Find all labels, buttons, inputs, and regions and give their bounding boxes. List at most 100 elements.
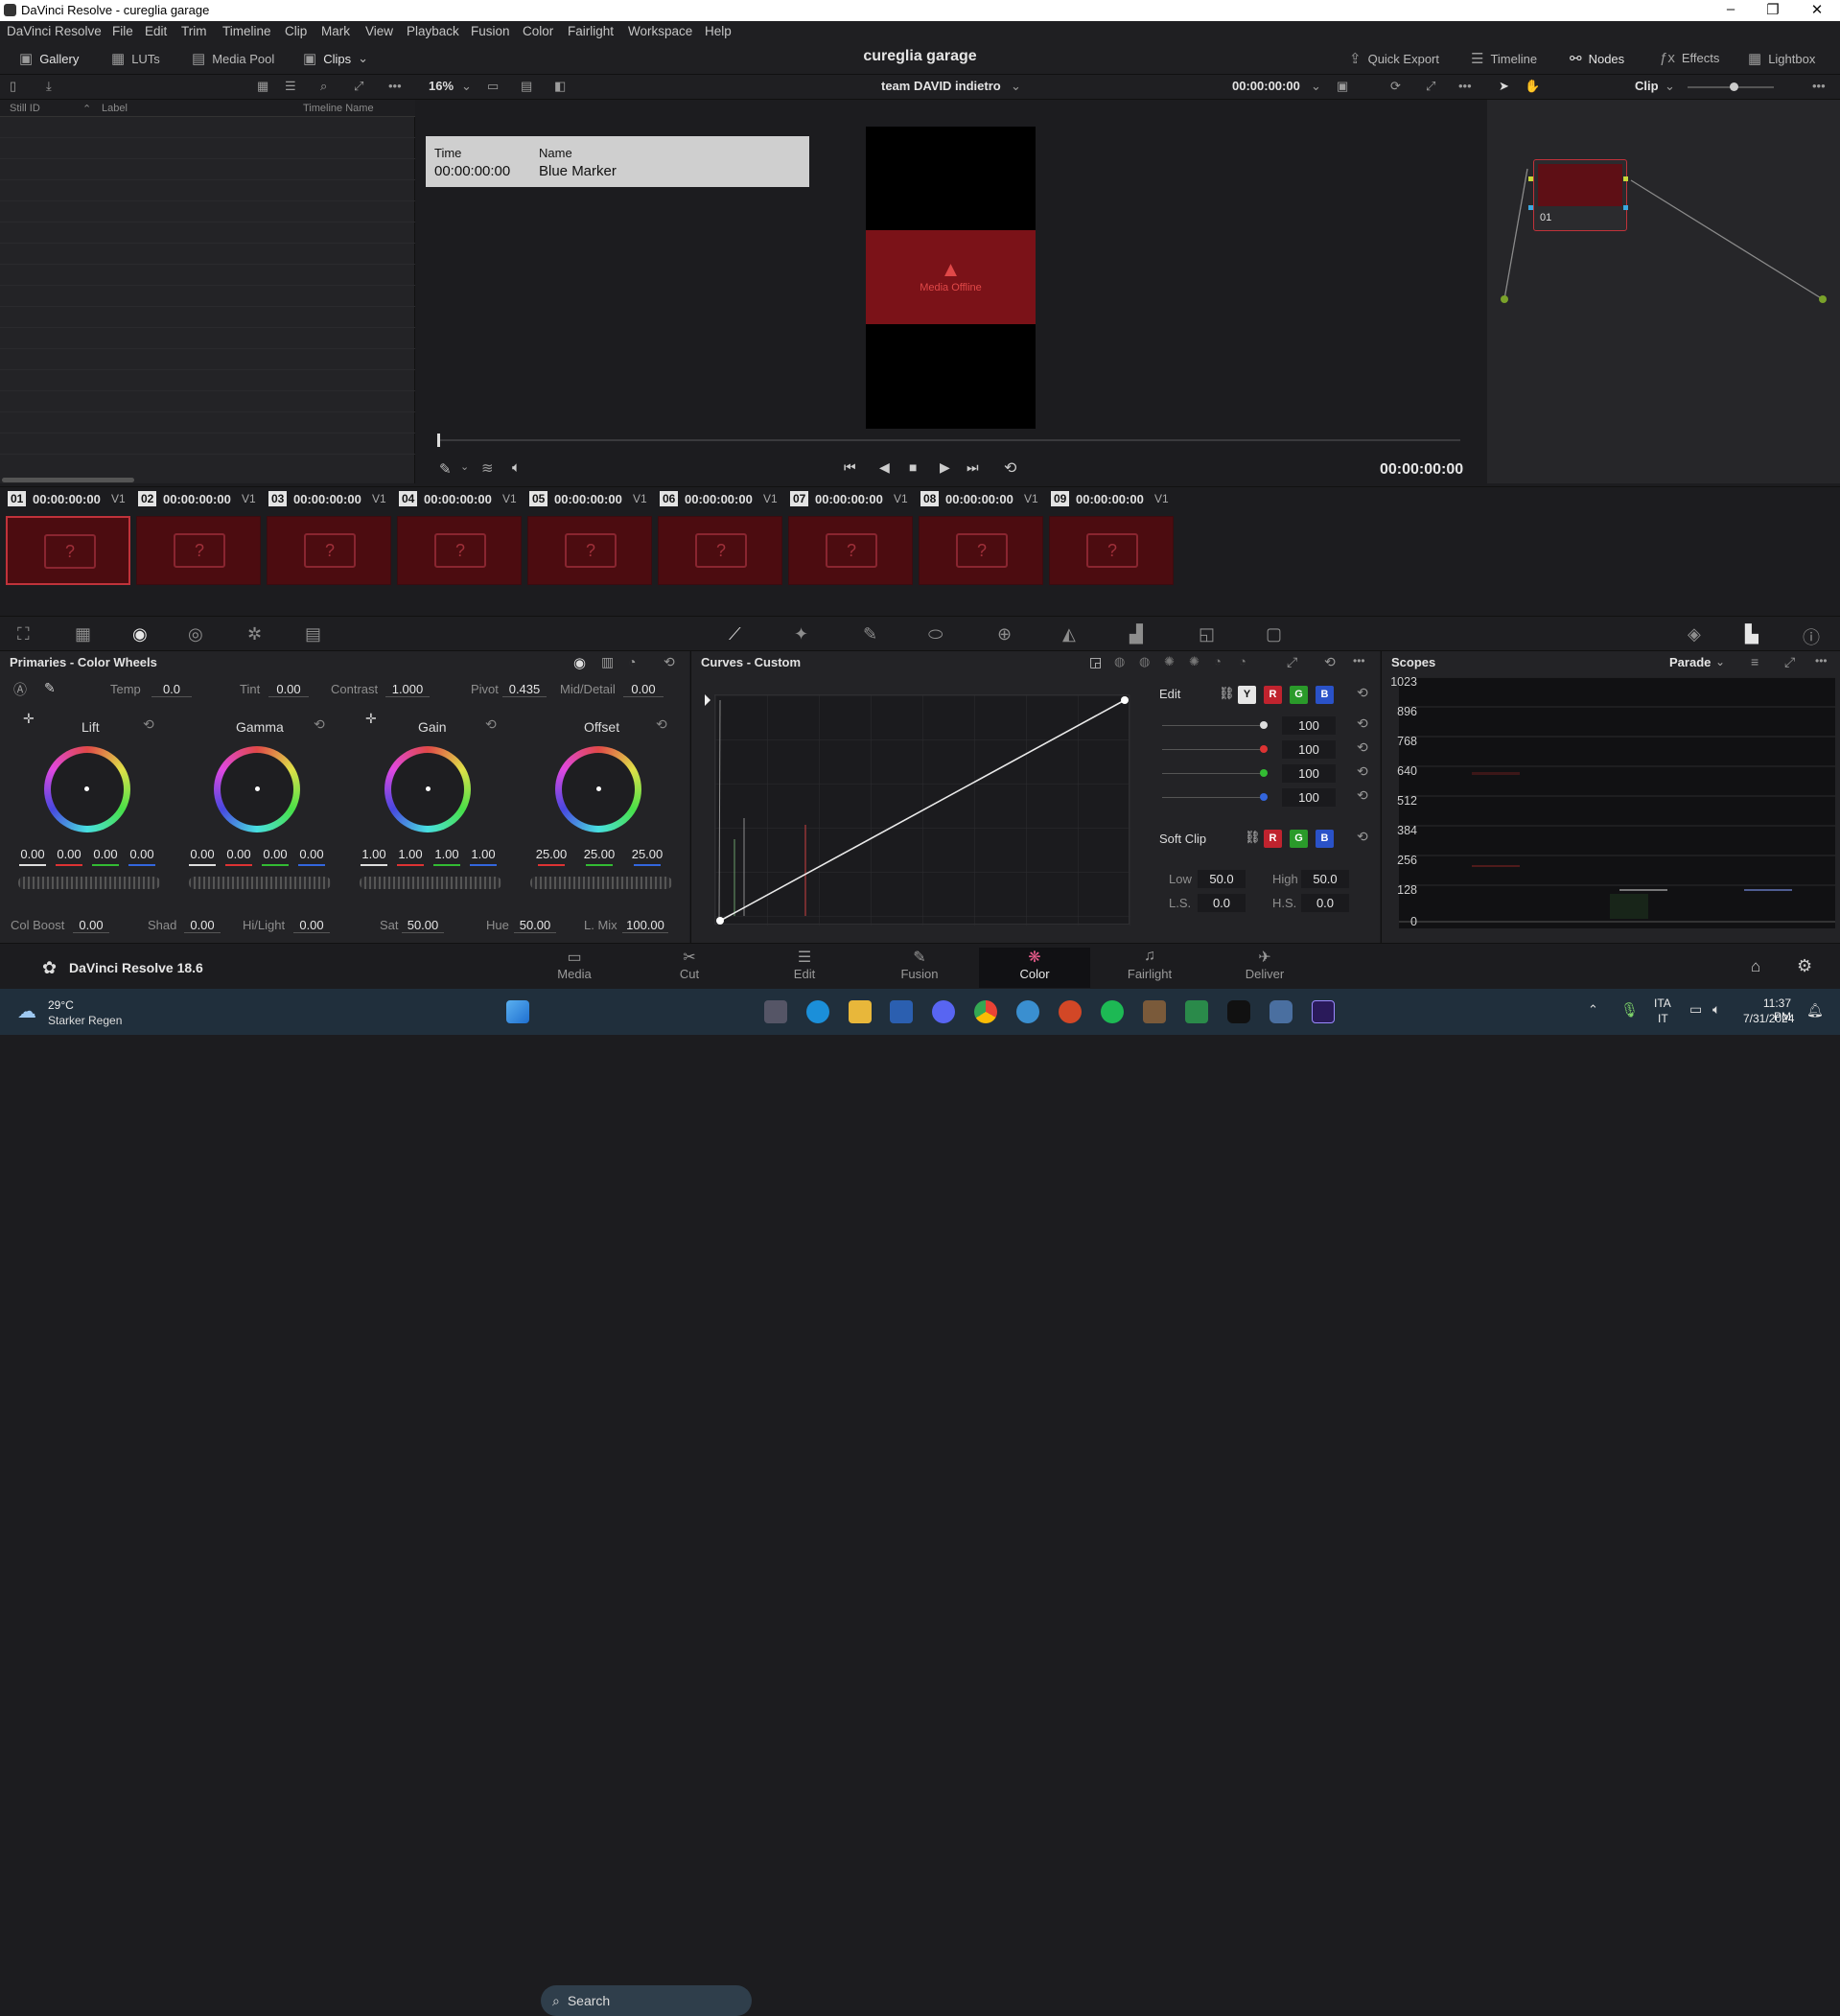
- chevron-down-icon[interactable]: ⌄: [460, 460, 469, 473]
- lightbox-button[interactable]: ▦ Lightbox: [1748, 50, 1815, 67]
- clip-thumbnail[interactable]: 08 00:00:00:00 V1?: [919, 489, 1044, 585]
- viewer-timecode[interactable]: 00:00:00:00: [1232, 79, 1300, 93]
- more-options-icon[interactable]: •••: [1353, 654, 1365, 668]
- weather-icon[interactable]: ☁: [17, 999, 36, 1023]
- blur-icon[interactable]: ▟: [1130, 624, 1143, 645]
- custom-curve-icon[interactable]: ◲: [1089, 654, 1102, 670]
- colboost-field[interactable]: 0.00: [73, 918, 109, 933]
- photos-icon[interactable]: [1016, 1000, 1039, 1023]
- minecraft-icon[interactable]: [1143, 1000, 1166, 1023]
- y-intensity-value[interactable]: 100: [1282, 716, 1336, 735]
- temp-field[interactable]: 0.0: [151, 682, 192, 697]
- expand-icon[interactable]: ⤢: [1287, 654, 1297, 670]
- slider-handle[interactable]: [1260, 721, 1268, 729]
- language-indicator[interactable]: ITA: [1654, 996, 1671, 1010]
- skip-start-icon[interactable]: ⏮: [844, 459, 856, 476]
- channel-g-button[interactable]: G: [1290, 686, 1308, 704]
- chevron-down-icon[interactable]: ⌄: [461, 79, 472, 94]
- softclip-b-button[interactable]: B: [1316, 830, 1334, 848]
- davinci-taskbar-icon[interactable]: [1269, 1000, 1293, 1023]
- gamma-r-value[interactable]: 0.00: [221, 847, 256, 861]
- reset-icon[interactable]: ⟲: [664, 654, 675, 670]
- middetail-field[interactable]: 0.00: [623, 682, 664, 697]
- play-icon[interactable]: ▶: [940, 459, 950, 476]
- lum-vs-sat-icon[interactable]: ✺: [1189, 654, 1199, 669]
- gamma-y-value[interactable]: 0.00: [185, 847, 220, 861]
- search-icon[interactable]: ⌕: [320, 79, 327, 94]
- gain-r-value[interactable]: 1.00: [393, 847, 428, 861]
- more-options-icon[interactable]: •••: [1815, 654, 1828, 668]
- reset-icon[interactable]: ⟲: [1324, 654, 1336, 670]
- scopes-icon[interactable]: ▙: [1745, 624, 1758, 645]
- gain-wheel-puck[interactable]: [426, 786, 431, 791]
- more-options-icon[interactable]: •••: [1812, 79, 1826, 93]
- bypass-icon[interactable]: ⟳: [1390, 79, 1401, 94]
- gain-master-wheel[interactable]: [360, 877, 501, 889]
- reset-icon[interactable]: ⟲: [314, 716, 325, 733]
- task-view-icon[interactable]: [764, 1000, 787, 1023]
- expand-icon[interactable]: ⤢: [1784, 654, 1795, 670]
- shad-field[interactable]: 0.00: [184, 918, 221, 933]
- node-input-rgb[interactable]: [1528, 176, 1533, 181]
- reset-icon[interactable]: ⟲: [1357, 829, 1368, 845]
- motion-effects-icon[interactable]: ▤: [305, 624, 321, 645]
- node-output-key[interactable]: [1623, 205, 1628, 210]
- tint-field[interactable]: 0.00: [268, 682, 309, 697]
- qualifier-icon[interactable]: ✎: [863, 624, 877, 645]
- clip-thumbnail[interactable]: 07 00:00:00:00 V1?: [788, 489, 914, 585]
- start-icon[interactable]: [506, 1000, 529, 1023]
- reset-icon[interactable]: ⟲: [1357, 739, 1368, 756]
- hilight-field[interactable]: 0.00: [293, 918, 330, 933]
- wheels-mode-icon[interactable]: ◉: [573, 654, 586, 671]
- reset-icon[interactable]: ⟲: [143, 716, 154, 733]
- color-warper-icon[interactable]: ✦: [794, 624, 808, 645]
- clip-thumbnail[interactable]: 03 00:00:00:00 V1?: [267, 489, 392, 585]
- menu-trim[interactable]: Trim: [181, 24, 207, 38]
- bars-mode-icon[interactable]: ▥: [601, 654, 614, 670]
- volume-icon[interactable]: 🔈︎: [1712, 1001, 1720, 1018]
- picker-icon[interactable]: ✎: [44, 680, 56, 696]
- link-icon[interactable]: ⛓: [1245, 830, 1261, 845]
- audio-icon[interactable]: 🔈︎: [512, 459, 521, 476]
- effects-button[interactable]: ƒx Effects: [1660, 50, 1719, 66]
- keyboard-layout[interactable]: IT: [1658, 1012, 1668, 1025]
- slider-handle[interactable]: [1260, 745, 1268, 753]
- channel-y-button[interactable]: Y: [1238, 686, 1256, 704]
- settings-icon[interactable]: ≡: [1751, 654, 1758, 669]
- menu-fairlight[interactable]: Fairlight: [568, 24, 614, 38]
- curve-svg[interactable]: [715, 695, 1130, 926]
- hs-field[interactable]: 0.0: [1301, 894, 1349, 912]
- crosshair-icon[interactable]: ✛: [365, 711, 377, 727]
- offset-g-value[interactable]: 25.00: [579, 847, 619, 861]
- powerpoint-icon[interactable]: [1059, 1000, 1082, 1023]
- nodes-button[interactable]: ⚯ Nodes: [1570, 50, 1624, 67]
- page-tab-media[interactable]: ▭ Media: [528, 948, 620, 988]
- minimize-button[interactable]: –: [1721, 1, 1740, 17]
- timeline-button[interactable]: ☰ Timeline: [1471, 50, 1537, 67]
- node-zoom-slider[interactable]: [1688, 82, 1774, 91]
- gamma-wheel-puck[interactable]: [255, 786, 260, 791]
- g-intensity-slider[interactable]: [1162, 769, 1268, 777]
- sat-field[interactable]: 50.00: [402, 918, 444, 933]
- sizing-icon[interactable]: ▢: [1266, 624, 1282, 645]
- microphone-icon[interactable]: 🎙︎: [1620, 1001, 1639, 1019]
- ls-field[interactable]: 0.0: [1198, 894, 1246, 912]
- page-tab-fairlight[interactable]: ♫ Fairlight: [1104, 948, 1196, 988]
- play-reverse-icon[interactable]: ◀: [879, 459, 890, 476]
- menu-color[interactable]: Color: [523, 24, 553, 38]
- weather-desc[interactable]: Starker Regen: [48, 1014, 122, 1027]
- low-field[interactable]: 50.0: [1198, 870, 1246, 888]
- channel-b-button[interactable]: B: [1316, 686, 1334, 704]
- menu-timeline[interactable]: Timeline: [222, 24, 271, 38]
- reset-icon[interactable]: ⟲: [1357, 787, 1368, 804]
- log-mode-icon[interactable]: ◔: [628, 654, 636, 669]
- menu-edit[interactable]: Edit: [145, 24, 167, 38]
- hdr-display-icon[interactable]: ▣: [1337, 79, 1348, 94]
- weather-temp[interactable]: 29°C: [48, 998, 74, 1012]
- marker-overlay[interactable]: Time 00:00:00:00 Name Blue Marker: [426, 136, 809, 187]
- hue-vs-lum-icon[interactable]: ✺: [1164, 654, 1175, 669]
- lift-g-value[interactable]: 0.00: [88, 847, 123, 861]
- gamma-master-wheel[interactable]: [189, 877, 331, 889]
- gamma-g-value[interactable]: 0.00: [258, 847, 292, 861]
- tracker-icon[interactable]: ⊕: [997, 624, 1012, 645]
